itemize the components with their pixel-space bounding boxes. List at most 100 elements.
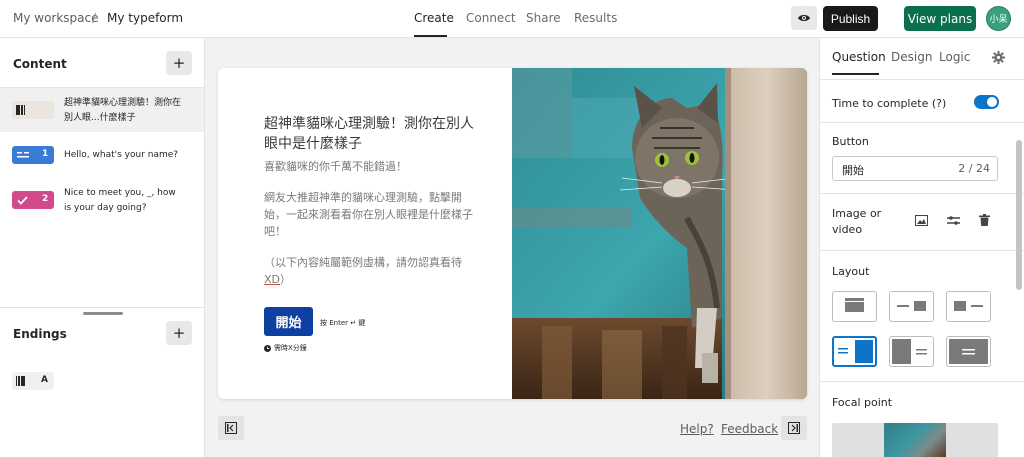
checkmark-icon [17,196,28,205]
gear-icon[interactable] [992,51,1005,64]
layout-option-background[interactable] [946,336,991,367]
list-item-ending-a[interactable]: A [0,370,204,392]
focal-point-preview[interactable] [832,423,998,457]
layout-right-icon [897,301,926,311]
content-panel: Content + 超神準貓咪心理測驗！測你在別人眼...什麼樣子 1 Hell… [0,38,205,457]
list-item-welcome[interactable]: 超神準貓咪心理測驗！測你在別人眼...什麼樣子 [0,88,204,132]
breadcrumb-separator: / [92,11,97,25]
layout-option-left-small[interactable] [946,291,991,322]
feedback-link[interactable]: Feedback [721,422,778,436]
layout-title: Layout [832,265,870,278]
divider [820,381,1024,382]
layout-background-icon [949,339,988,364]
image-icon[interactable] [915,215,928,226]
multiple-choice-badge: 2 [12,191,54,209]
add-content-button[interactable]: + [166,51,192,75]
layout-left-icon [954,301,983,311]
character-count: 2 / 24 [958,162,990,175]
button-text-value: 開始 [842,164,864,177]
top-bar: My workspace / My typeform Create Connec… [0,0,1024,38]
settings-scrollbar[interactable] [1016,140,1022,290]
layout-top-icon [845,298,864,312]
image-or-video-label: Image or video [832,207,882,236]
short-text-badge: 1 [12,146,54,164]
layout-option-top[interactable] [832,291,877,322]
ending-badge: A [12,372,54,390]
time-to-complete-toggle[interactable] [974,95,999,109]
welcome-screen-icon [16,105,25,115]
breadcrumb-workspace[interactable]: My workspace [13,11,99,25]
settings-panel: Question Design Logic Time to complete (… [819,38,1024,457]
clock-icon [264,344,271,352]
divider [820,79,1024,80]
focal-point-thumbnail[interactable] [884,423,946,457]
eye-icon [798,15,810,21]
view-plans-button[interactable]: View plans [904,6,976,31]
button-text-input[interactable]: 開始 2 / 24 [832,156,998,181]
note-suffix: ） [280,273,292,286]
publish-button[interactable]: Publish [823,6,878,31]
panel-left-icon [225,422,237,434]
avatar[interactable]: 小呆 [986,6,1011,31]
enter-hint: 按 Enter ↵ 鍵 [320,319,366,327]
plus-icon: + [172,324,186,342]
tab-create[interactable]: Create [414,11,454,25]
endings-title: Endings [13,327,67,341]
time-to-complete-label: Time to complete (?) [832,97,947,110]
time-hint: 需時X分鐘 [264,343,307,353]
list-item-question-2[interactable]: 2 Nice to meet you, _, how is your day g… [0,181,204,221]
divider [0,307,204,308]
help-link[interactable]: Help? [680,422,714,436]
tab-connect[interactable]: Connect [466,11,516,25]
ending-letter: A [41,375,48,385]
layout-option-split-left[interactable] [889,336,934,367]
list-item-label: 超神準貓咪心理測驗！測你在別人眼...什麼樣子 [64,98,182,123]
ending-screen-icon [16,376,25,386]
breadcrumb-form-name[interactable]: My typeform [107,11,183,25]
active-tab-underline [832,73,879,75]
layout-option-right-small[interactable] [889,291,934,322]
note-xd-link: XD [264,273,281,286]
trash-icon[interactable] [979,214,990,226]
tab-logic[interactable]: Logic [939,50,970,64]
add-ending-button[interactable]: + [166,321,192,345]
time-hint-label: 需時X分鐘 [274,344,307,352]
start-button[interactable]: 開始 [264,307,313,336]
welcome-title[interactable]: 超神準貓咪心理測驗！測你在別人眼中是什麼樣子 [264,114,474,154]
collapse-right-panel-button[interactable] [781,416,807,440]
question-number: 2 [42,194,49,204]
resize-handle[interactable] [83,312,123,315]
tab-share[interactable]: Share [526,11,561,25]
adjust-icon[interactable] [947,215,960,226]
active-tab-underline [414,35,447,37]
list-item-label: Hello, what's your name? [64,150,179,160]
welcome-description: 網友大推超神準的貓咪心理測驗，點擊開始，一起來測看看你在別人眼裡是什麼樣子吧！ [264,191,473,238]
welcome-screen-card[interactable]: 超神準貓咪心理測驗！測你在別人眼中是什麼樣子 喜歡貓咪的你千萬不能錯過！ 網友大… [218,68,807,399]
cat-photo[interactable] [512,68,807,399]
layout-split-right-icon [838,340,873,363]
welcome-subtitle: 喜歡貓咪的你千萬不能錯過！ [264,160,407,173]
list-item-label: Nice to meet you, _, how is your day goi… [64,188,176,213]
layout-option-split-right[interactable] [832,336,877,367]
question-number: 1 [42,149,49,159]
collapse-left-panel-button[interactable] [218,416,244,440]
tab-question[interactable]: Question [832,50,886,64]
focal-point-label: Focal point [832,396,893,409]
note-text: （以下內容純屬範例虛構，請勿認真看待 [264,256,462,269]
content-title: Content [13,57,67,71]
divider [820,122,1024,123]
tab-results[interactable]: Results [574,11,617,25]
tab-design[interactable]: Design [891,50,932,64]
divider [820,250,1024,251]
plus-icon: + [172,54,186,72]
list-item-question-1[interactable]: 1 Hello, what's your name? [0,138,204,172]
divider [820,193,1024,194]
form-canvas: 超神準貓咪心理測驗！測你在別人眼中是什麼樣子 喜歡貓咪的你千萬不能錯過！ 網友大… [205,38,819,457]
layout-split-left-icon [892,339,927,364]
preview-button[interactable] [791,6,817,30]
button-label: Button [832,135,869,148]
short-text-icon [17,152,29,158]
panel-right-icon [788,422,800,434]
welcome-badge [12,101,54,119]
welcome-note: （以下內容純屬範例虛構，請勿認真看待 XD） [264,254,474,288]
